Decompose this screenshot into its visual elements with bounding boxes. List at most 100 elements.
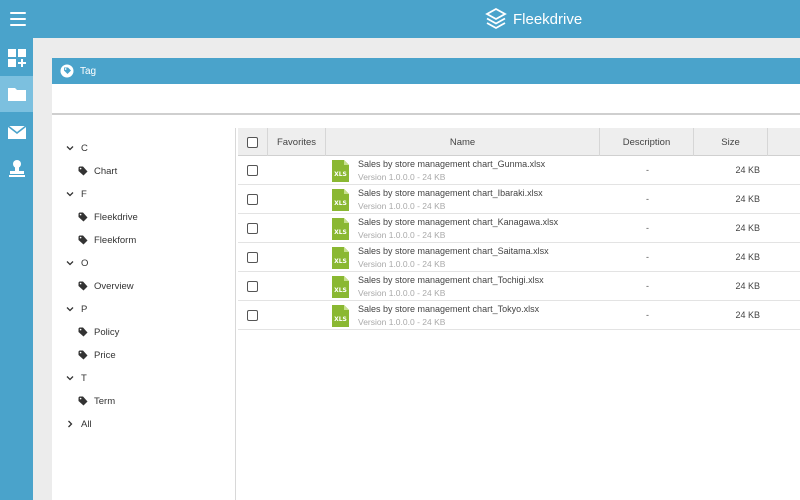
- nav-dashboard[interactable]: [0, 40, 33, 76]
- tag-icon: [78, 212, 88, 222]
- tree-tag-term[interactable]: Term: [78, 394, 115, 408]
- row-checkbox[interactable]: [247, 252, 258, 263]
- file-version: Version 1.0.0.0 - 24 KB: [358, 230, 446, 240]
- table-row[interactable]: XLS Sales by store management chart_Kanag…: [238, 214, 800, 243]
- file-name-link[interactable]: Sales by store management chart_Kanagawa…: [358, 217, 558, 227]
- chevron-down-icon[interactable]: [65, 189, 75, 199]
- file-type-label: XLS: [334, 229, 347, 236]
- file-type-label: XLS: [334, 200, 347, 207]
- tree-group-f[interactable]: F: [65, 187, 87, 201]
- tree-group-o[interactable]: O: [65, 256, 88, 270]
- tree-group-c[interactable]: C: [65, 141, 88, 155]
- tree-item-label: Term: [94, 395, 116, 407]
- tree-item-label: Policy: [94, 326, 120, 338]
- table-row[interactable]: XLS Sales by store management chart_Ibara…: [238, 185, 800, 214]
- nav-mail[interactable]: [0, 114, 33, 150]
- file-size: 24 KB: [735, 194, 760, 204]
- tree-item-label: F: [81, 188, 87, 200]
- row-checkbox[interactable]: [247, 281, 258, 292]
- tree-group-t[interactable]: T: [65, 371, 87, 385]
- file-type-label: XLS: [334, 258, 347, 265]
- file-type-label: XLS: [334, 287, 347, 294]
- file-size: 24 KB: [735, 223, 760, 233]
- tag-icon: [78, 166, 88, 176]
- tree-tag-price[interactable]: Price: [78, 348, 116, 362]
- stamp-icon: [8, 160, 25, 177]
- tree-tag-overview[interactable]: Overview: [78, 279, 134, 293]
- file-version: Version 1.0.0.0 - 24 KB: [358, 259, 446, 269]
- folder-icon: [7, 88, 26, 101]
- tree-item-label: P: [81, 303, 88, 315]
- xls-file-icon: XLS: [332, 160, 349, 182]
- tag-icon: [78, 396, 88, 406]
- table-row[interactable]: XLS Sales by store management chart_Tochi…: [238, 272, 800, 301]
- file-name-link[interactable]: Sales by store management chart_Gunma.xl…: [358, 159, 545, 169]
- row-checkbox[interactable]: [247, 223, 258, 234]
- tag-icon: [78, 327, 88, 337]
- file-version: Version 1.0.0.0 - 24 KB: [358, 172, 446, 182]
- file-version: Version 1.0.0.0 - 24 KB: [358, 201, 446, 211]
- tree-item-label: Fleekdrive: [94, 211, 138, 223]
- hamburger-menu-icon[interactable]: [10, 12, 26, 26]
- col-name[interactable]: Name: [326, 128, 600, 156]
- brand: Fleekdrive: [485, 7, 582, 31]
- tree-item-label: Overview: [94, 280, 134, 292]
- tree-item-label: T: [81, 372, 87, 384]
- col-size[interactable]: Size: [694, 128, 768, 156]
- file-name-link[interactable]: Sales by store management chart_Tokyo.xl…: [358, 304, 539, 314]
- dashboard-add-icon: [7, 49, 26, 67]
- file-size: 24 KB: [735, 310, 760, 320]
- file-version: Version 1.0.0.0 - 24 KB: [358, 288, 446, 298]
- filter-bar[interactable]: [52, 84, 800, 115]
- tree-group-p[interactable]: P: [65, 302, 87, 316]
- col-favorites[interactable]: Favorites: [268, 128, 326, 156]
- file-version: Version 1.0.0.0 - 24 KB: [358, 317, 446, 327]
- col-description[interactable]: Description: [600, 128, 694, 156]
- file-name-link[interactable]: Sales by store management chart_Saitama.…: [358, 246, 549, 256]
- tree-item-label: All: [81, 418, 92, 430]
- file-description: -: [646, 165, 649, 175]
- nav-files[interactable]: [0, 76, 33, 112]
- file-type-label: XLS: [334, 316, 347, 323]
- header-select-cell: [238, 128, 268, 156]
- table-row[interactable]: XLS Sales by store management chart_Saita…: [238, 243, 800, 272]
- tree-group-all[interactable]: All: [65, 417, 92, 431]
- top-bar: Fleekdrive: [0, 0, 800, 38]
- row-checkbox[interactable]: [247, 194, 258, 205]
- file-description: -: [646, 223, 649, 233]
- chevron-right-icon[interactable]: [65, 419, 75, 429]
- chevron-down-icon[interactable]: [65, 258, 75, 268]
- tree-item-label: Fleekform: [94, 234, 137, 246]
- tree-tag-fleekform[interactable]: Fleekform: [78, 233, 136, 247]
- brand-name: Fleekdrive: [513, 10, 583, 28]
- xls-file-icon: XLS: [332, 305, 349, 327]
- mail-icon: [7, 125, 26, 139]
- table-header: Favorites Name Description Size: [238, 128, 800, 156]
- chevron-down-icon[interactable]: [65, 143, 75, 153]
- nav-workflow[interactable]: [0, 150, 33, 186]
- tag-icon: [78, 350, 88, 360]
- file-size: 24 KB: [735, 165, 760, 175]
- row-checkbox[interactable]: [247, 310, 258, 321]
- tag-header-label: Tag: [80, 65, 97, 77]
- tag-icon: [60, 64, 74, 78]
- file-description: -: [646, 194, 649, 204]
- file-name-link[interactable]: Sales by store management chart_Ibaraki.…: [358, 188, 543, 198]
- file-description: -: [646, 310, 649, 320]
- chevron-down-icon[interactable]: [65, 373, 75, 383]
- table-row[interactable]: XLS Sales by store management chart_Gunma…: [238, 156, 800, 185]
- xls-file-icon: XLS: [332, 218, 349, 240]
- chevron-down-icon[interactable]: [65, 304, 75, 314]
- tag-icon: [78, 281, 88, 291]
- fleekdrive-logo-icon: [485, 8, 507, 30]
- tree-tag-policy[interactable]: Policy: [78, 325, 119, 339]
- tree-item-label: Chart: [94, 165, 118, 177]
- file-name-link[interactable]: Sales by store management chart_Tochigi.…: [358, 275, 544, 285]
- select-all-checkbox[interactable]: [247, 136, 258, 148]
- tree-tag-chart[interactable]: Chart: [78, 164, 117, 178]
- tree-tag-fleekdrive[interactable]: Fleekdrive: [78, 210, 138, 224]
- tree-item-label: C: [81, 142, 88, 154]
- table-row[interactable]: XLS Sales by store management chart_Tokyo…: [238, 301, 800, 330]
- row-checkbox[interactable]: [247, 165, 258, 176]
- xls-file-icon: XLS: [332, 189, 349, 211]
